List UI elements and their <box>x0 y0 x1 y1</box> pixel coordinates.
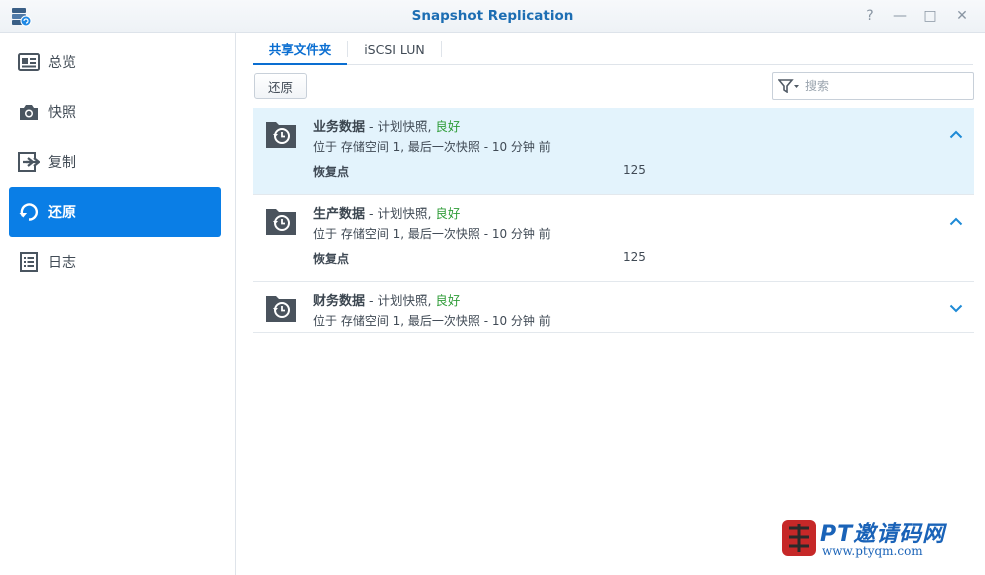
tab-bar: 共享文件夹 iSCSI LUN <box>253 33 973 65</box>
list-item[interactable]: 财务数据 - 计划快照, 良好 位于 存储空间 1, 最后一次快照 - 10 分… <box>253 282 974 333</box>
replication-icon <box>18 151 40 173</box>
folder-restore-icon <box>266 296 296 322</box>
tab-divider <box>441 41 442 57</box>
status-text: 良好 <box>435 119 461 134</box>
sidebar-item-restore[interactable]: 还原 <box>9 187 221 237</box>
location-text: 位于 存储空间 1, 最后一次快照 - 10 分钟 前 <box>313 314 551 328</box>
camera-icon <box>18 101 40 123</box>
chevron-up-icon[interactable] <box>948 213 964 229</box>
restore-points-label: 恢复点 <box>313 165 350 179</box>
chevron-up-icon[interactable] <box>948 126 964 142</box>
sidebar-item-label: 快照 <box>48 105 76 121</box>
watermark: PT邀请码网 www.ptyqm.com <box>780 516 975 558</box>
folder-name: 生产数据 <box>313 207 366 222</box>
overview-icon <box>18 51 40 73</box>
sidebar-item-replication[interactable]: 复制 <box>9 137 221 187</box>
sidebar-item-snapshots[interactable]: 快照 <box>9 87 221 137</box>
row-title: 财务数据 - 计划快照, 良好 <box>313 290 460 309</box>
location-text: 位于 存储空间 1, 最后一次快照 - 10 分钟 前 <box>313 140 551 154</box>
filter-icon <box>778 79 799 93</box>
schedule-text: - 计划快照, <box>365 206 436 221</box>
location-text: 位于 存储空间 1, 最后一次快照 - 10 分钟 前 <box>313 227 551 241</box>
row-title: 生产数据 - 计划快照, 良好 <box>313 203 460 222</box>
watermark-url: www.ptyqm.com <box>822 544 923 558</box>
title-bar: Snapshot Replication ? — □ ✕ <box>0 0 985 33</box>
tab-iscsi-lun[interactable]: iSCSI LUN <box>348 33 441 65</box>
window-title: Snapshot Replication <box>411 8 574 24</box>
restore-icon <box>18 201 40 223</box>
search-box <box>772 72 974 100</box>
folder-name: 业务数据 <box>313 120 366 135</box>
list-item[interactable]: 业务数据 - 计划快照, 良好 位于 存储空间 1, 最后一次快照 - 10 分… <box>253 108 974 195</box>
schedule-text: - 计划快照, <box>365 293 436 308</box>
folder-restore-icon <box>266 122 296 148</box>
close-button[interactable]: ✕ <box>952 6 972 26</box>
status-text: 良好 <box>435 206 461 221</box>
watermark-logo-icon <box>782 520 816 556</box>
sidebar-item-overview[interactable]: 总览 <box>9 37 221 87</box>
sidebar-item-label: 还原 <box>48 205 76 221</box>
status-text: 良好 <box>435 293 461 308</box>
log-icon <box>18 251 40 273</box>
chevron-down-icon[interactable] <box>948 300 964 316</box>
restore-button[interactable]: 还原 <box>254 73 307 99</box>
shared-folder-list: 业务数据 - 计划快照, 良好 位于 存储空间 1, 最后一次快照 - 10 分… <box>253 108 974 333</box>
sidebar-item-log[interactable]: 日志 <box>9 237 221 287</box>
help-button[interactable]: ? <box>860 6 880 26</box>
schedule-text: - 计划快照, <box>365 119 436 134</box>
filter-dropdown-button[interactable] <box>773 73 805 99</box>
restore-points-value: 125 <box>623 163 646 177</box>
restore-points-label: 恢复点 <box>313 252 350 266</box>
sidebar: 总览 快照 复制 还原 日志 <box>0 33 236 575</box>
folder-name: 财务数据 <box>313 294 366 309</box>
maximize-button[interactable]: □ <box>920 6 940 26</box>
sidebar-item-label: 日志 <box>48 255 76 271</box>
row-title: 业务数据 - 计划快照, 良好 <box>313 116 460 135</box>
main-panel: 共享文件夹 iSCSI LUN 还原 业务数据 - 计划快照, 良好 位于 存储… <box>237 33 985 575</box>
minimize-button[interactable]: — <box>890 6 910 26</box>
sidebar-item-label: 复制 <box>48 155 76 171</box>
search-input[interactable] <box>805 79 965 93</box>
folder-restore-icon <box>266 209 296 235</box>
restore-points-value: 125 <box>623 250 646 264</box>
tab-shared-folders[interactable]: 共享文件夹 <box>253 33 347 65</box>
sidebar-item-label: 总览 <box>48 55 76 71</box>
list-item[interactable]: 生产数据 - 计划快照, 良好 位于 存储空间 1, 最后一次快照 - 10 分… <box>253 195 974 282</box>
